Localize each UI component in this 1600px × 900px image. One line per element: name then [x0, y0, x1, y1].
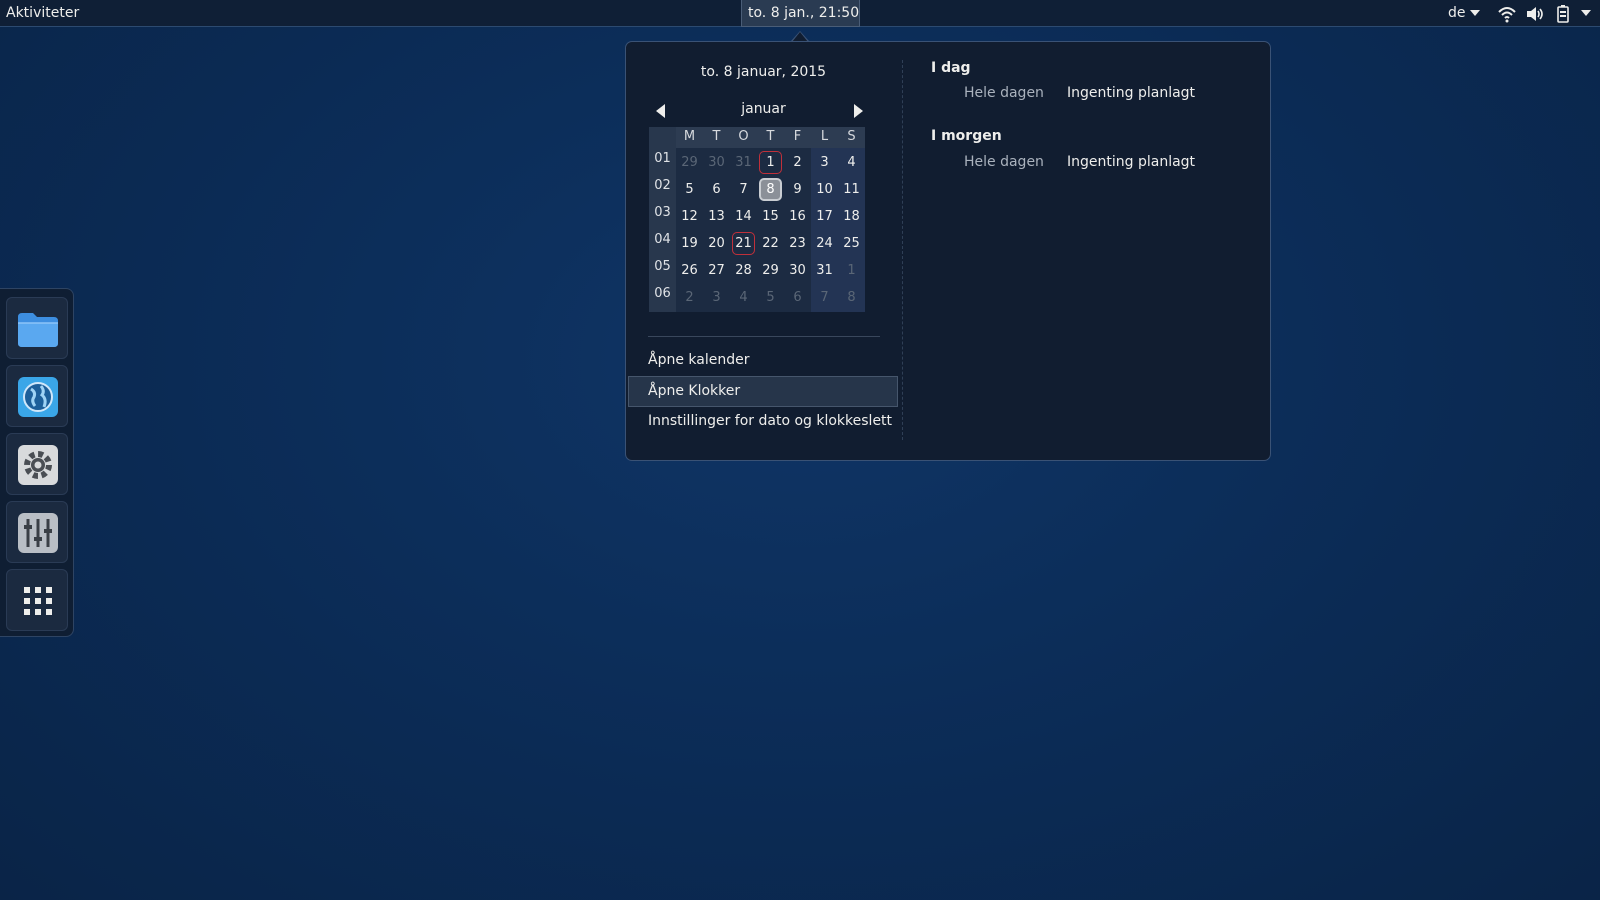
calendar-day[interactable]: 10 [813, 178, 836, 201]
keyboard-layout-menu[interactable]: de [1448, 5, 1480, 21]
week-number: 03 [654, 205, 671, 220]
previous-month-icon[interactable] [656, 104, 665, 118]
weekday-header: L [820, 129, 829, 144]
calendar-day[interactable]: 22 [759, 232, 782, 255]
weekday-header: F [793, 129, 802, 144]
tomorrow-event-time: Hele dagen [964, 154, 1044, 170]
next-month-icon[interactable] [854, 104, 863, 118]
calendar-day[interactable]: 5 [759, 286, 782, 309]
battery-icon[interactable] [1553, 4, 1573, 24]
today-event-time: Hele dagen [964, 85, 1044, 101]
week-number: 05 [654, 259, 671, 274]
tomorrow-heading: I morgen [931, 128, 1002, 144]
mixer-sliders-icon [18, 513, 58, 553]
weekday-header: T [766, 129, 775, 144]
activities-button[interactable]: Aktiviteter [6, 5, 79, 21]
date-header: to. 8 januar, 2015 [700, 64, 827, 80]
app-grid-icon [24, 587, 52, 615]
calendar-day[interactable]: 20 [705, 232, 728, 255]
calendar-day[interactable]: 15 [759, 205, 782, 228]
calendar-day[interactable]: 3 [813, 151, 836, 174]
weekday-header: T [712, 129, 721, 144]
calendar-day[interactable]: 5 [678, 178, 701, 201]
date-time-settings-item[interactable]: Innstillinger for dato og klokkeslett [626, 407, 896, 438]
weekday-header: M [683, 129, 696, 144]
calendar-day[interactable]: 1 [759, 151, 782, 174]
weekday-header: S [847, 129, 856, 144]
calendar-day[interactable]: 11 [840, 178, 863, 201]
month-label: januar [741, 101, 786, 117]
tomorrow-event-text: Ingenting planlagt [1067, 154, 1196, 170]
calendar-day[interactable]: 29 [678, 151, 701, 174]
calendar-day[interactable]: 26 [678, 259, 701, 282]
web-browser-button[interactable] [6, 365, 68, 427]
dash [0, 288, 74, 637]
calendar-day[interactable]: 21 [732, 232, 755, 255]
tweaks-app-button[interactable] [6, 501, 68, 563]
date-menu-popup: to. 8 januar, 2015 januar M T O T F L S 01 02 03 0… [625, 41, 1271, 461]
wifi-icon[interactable] [1497, 4, 1517, 24]
volume-icon[interactable] [1525, 4, 1545, 24]
week-number: 04 [654, 232, 671, 247]
globe-icon [18, 377, 58, 417]
calendar-day[interactable]: 31 [732, 151, 755, 174]
settings-gear-icon [18, 445, 58, 485]
calendar-day[interactable]: 27 [705, 259, 728, 282]
today-event-text: Ingenting planlagt [1067, 85, 1196, 101]
calendar-day[interactable]: 24 [813, 232, 836, 255]
top-bar: Aktiviteter to. 8 jan., 21:50 de [0, 0, 1600, 27]
calendar-day[interactable]: 8 [759, 178, 782, 201]
menu-separator [648, 336, 880, 337]
calendar-day[interactable]: 4 [840, 151, 863, 174]
clock-button[interactable]: to. 8 jan., 21:50 [741, 0, 860, 27]
week-number: 02 [654, 178, 671, 193]
calendar-day[interactable]: 16 [786, 205, 809, 228]
calendar-day[interactable]: 12 [678, 205, 701, 228]
calendar-day[interactable]: 17 [813, 205, 836, 228]
calendar-day[interactable]: 6 [786, 286, 809, 309]
open-clocks-item[interactable]: Åpne Klokker [628, 376, 898, 407]
week-number: 01 [654, 151, 671, 166]
calendar-day[interactable]: 6 [705, 178, 728, 201]
chevron-down-icon [1469, 10, 1480, 16]
calendar-day[interactable]: 29 [759, 259, 782, 282]
calendar-day[interactable]: 2 [678, 286, 701, 309]
vertical-divider [902, 60, 903, 440]
calendar-day[interactable]: 28 [732, 259, 755, 282]
calendar-day[interactable]: 1 [840, 259, 863, 282]
calendar-day[interactable]: 19 [678, 232, 701, 255]
system-menu-chevron[interactable] [1577, 5, 1591, 21]
calendar-day[interactable]: 23 [786, 232, 809, 255]
calendar-day[interactable]: 4 [732, 286, 755, 309]
settings-app-button[interactable] [6, 433, 68, 495]
open-calendar-item[interactable]: Åpne kalender [626, 346, 896, 377]
calendar-day[interactable]: 18 [840, 205, 863, 228]
calendar-day[interactable]: 25 [840, 232, 863, 255]
calendar-day[interactable]: 3 [705, 286, 728, 309]
calendar-day[interactable]: 8 [840, 286, 863, 309]
calendar-day[interactable]: 9 [786, 178, 809, 201]
weekday-header: O [738, 129, 749, 144]
folder-icon [18, 313, 58, 347]
show-applications-button[interactable] [6, 569, 68, 631]
calendar-day[interactable]: 30 [705, 151, 728, 174]
keyboard-layout-label: de [1448, 5, 1466, 21]
files-app-button[interactable] [6, 297, 68, 359]
calendar-day[interactable]: 7 [732, 178, 755, 201]
calendar-day[interactable]: 13 [705, 205, 728, 228]
chevron-down-icon [1581, 10, 1591, 16]
calendar-day[interactable]: 14 [732, 205, 755, 228]
calendar-day[interactable]: 30 [786, 259, 809, 282]
calendar-day[interactable]: 31 [813, 259, 836, 282]
calendar-day[interactable]: 7 [813, 286, 836, 309]
week-number: 06 [654, 286, 671, 301]
calendar-day[interactable]: 2 [786, 151, 809, 174]
today-heading: I dag [931, 60, 971, 76]
